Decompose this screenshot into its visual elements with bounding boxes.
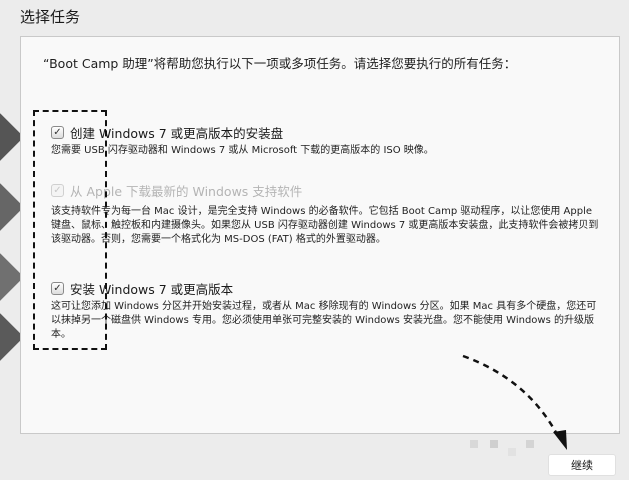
checkmark-icon: ✓ (53, 282, 62, 294)
continue-button[interactable]: 继续 (548, 454, 616, 476)
option-description: 该支持软件专为每一台 Mac 设计，是完全支持 Windows 的必备软件。它包… (51, 206, 599, 245)
option-install-windows[interactable]: ✓ 安装 Windows 7 或更高版本 (51, 279, 233, 298)
checkmark-icon: ✓ (53, 126, 62, 138)
checkbox-create-install-disk[interactable]: ✓ (51, 126, 64, 139)
intro-text: “Boot Camp 助理”将帮助您执行以下一项或多项任务。请选择您要执行的所有… (43, 56, 517, 71)
checkbox-install-windows[interactable]: ✓ (51, 282, 64, 295)
pixel-artifact (508, 448, 516, 456)
pixel-artifact (470, 440, 478, 448)
page-heading: 选择任务 (20, 8, 81, 26)
task-panel: “Boot Camp 助理”将帮助您执行以下一项或多项任务。请选择您要执行的所有… (20, 36, 620, 434)
checkbox-download-support-software: ✓ (51, 184, 64, 197)
option-label: 从 Apple 下载最新的 Windows 支持软件 (70, 184, 303, 199)
pixel-artifact (526, 440, 534, 448)
checkmark-icon: ✓ (53, 184, 62, 196)
option-description: 您需要 USB 闪存驱动器和 Windows 7 或从 Microsoft 下载… (51, 145, 434, 156)
option-create-install-disk[interactable]: ✓ 创建 Windows 7 或更高版本的安装盘 (51, 123, 283, 142)
option-description: 这可让您添加 Windows 分区并开始安装过程，或者从 Mac 移除现有的 W… (51, 301, 597, 340)
option-label: 安装 Windows 7 或更高版本 (70, 282, 234, 297)
option-download-support-software: ✓ 从 Apple 下载最新的 Windows 支持软件 (51, 181, 302, 200)
option-label: 创建 Windows 7 或更高版本的安装盘 (70, 126, 284, 141)
pixel-artifact (490, 440, 498, 448)
